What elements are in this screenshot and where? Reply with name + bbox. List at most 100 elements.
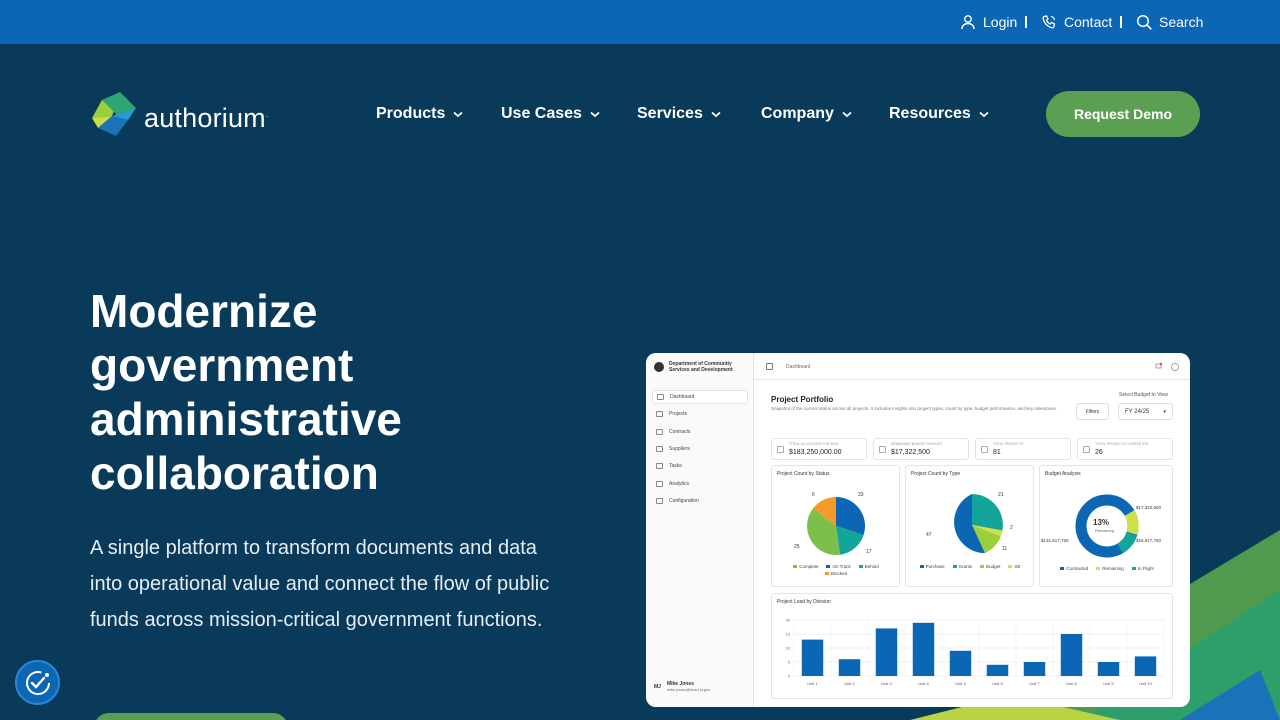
nav-label: Products: [376, 105, 446, 122]
building-icon: [656, 446, 663, 452]
x-tick-label: Unit 7: [1029, 681, 1040, 686]
sidebar-item-suppliers: Suppliers: [652, 442, 748, 456]
division-bar: [838, 659, 861, 676]
sidebar-item-dashboard: Dashboard: [652, 390, 748, 404]
card-title: Project Count by Type: [911, 471, 961, 477]
budget-legend: Contracted Remaining In Flight: [1044, 566, 1170, 573]
portfolio-title: Project Portfolio: [771, 395, 834, 404]
card-title: Project Load by Division: [777, 599, 831, 605]
header-icons: [1155, 362, 1179, 371]
nav-company[interactable]: Company: [761, 103, 852, 125]
x-tick-label: Unit 8: [1066, 681, 1077, 686]
department-header: Department of Community Services and Dev…: [654, 361, 739, 373]
hero-title: Modernize government administrative coll…: [90, 285, 402, 499]
division-bar: [1023, 662, 1046, 676]
budget-remaining-label: Remaining: [1095, 528, 1115, 533]
contact-link[interactable]: Contact: [1041, 0, 1112, 44]
sidebar-item-projects: Projects: [652, 407, 748, 421]
division-bar: [949, 650, 972, 676]
chevron-down-icon: [979, 111, 989, 117]
chevron-down-icon: [842, 111, 852, 117]
sidebar-item-configuration: Configuration: [652, 494, 748, 508]
division-bar: [1060, 634, 1083, 676]
search-icon: [1136, 14, 1152, 30]
authorium-logo-mark: [92, 92, 136, 136]
division-bar-chart: 20 15 10 5 0 Unit 1 Unit 2 Unit 3 Unit 4 Unit 5 Un…: [786, 618, 1165, 686]
filters-button: Filters: [1076, 403, 1109, 420]
chevron-down-icon: [590, 111, 600, 117]
chevron-down-icon: [453, 111, 463, 117]
nav-label: Use Cases: [501, 105, 582, 122]
x-tick-label: Unit 2: [844, 681, 855, 686]
hero-cta-button[interactable]: [94, 713, 288, 720]
sidebar-item-contracts: Contracts: [652, 425, 748, 439]
user-profile: MJ Mike Jones mike.jones@dcsd.ct.gov: [654, 681, 710, 692]
kpi-card: TOTAL PROJECTS COMPLETED 26: [1077, 438, 1173, 460]
nav-products[interactable]: Products: [376, 103, 463, 125]
budget-select-label: Select Budget to View: [1119, 392, 1168, 398]
budget-select: FY 24/25 ▾: [1118, 403, 1173, 420]
division-chart-card: Project Load by Division 20 15 10 5 0 Unit 1 U…: [771, 593, 1173, 699]
brand-logo[interactable]: authorium.: [90, 90, 268, 138]
phone-icon: [1042, 15, 1056, 29]
login-label: Login: [983, 14, 1018, 30]
dashboard-icon: [657, 394, 664, 400]
division-bar: [801, 639, 824, 676]
x-tick-label: Unit 4: [918, 681, 929, 686]
type-pie-chart: [954, 494, 1003, 554]
division-bar: [912, 622, 935, 676]
department-name: Department of Community Services and Dev…: [669, 361, 733, 373]
nav-resources[interactable]: Resources: [889, 103, 989, 125]
check-icon: [656, 463, 663, 469]
status-legend: Complete On Track Behind Blocked: [776, 564, 896, 578]
division-bar: [875, 628, 898, 676]
dashboard-preview: Department of Community Services and Dev…: [646, 353, 1190, 707]
accessibility-icon: [25, 670, 50, 695]
division-bar: [1097, 662, 1120, 676]
folder-icon: [656, 411, 663, 417]
status-pie-chart: [807, 496, 866, 555]
nav-label: Services: [637, 105, 703, 122]
y-tick-label: 15: [786, 632, 791, 637]
home-icon: [766, 363, 773, 370]
type-chart-card: Project Count by Type 21 2 47 11 Purchas…: [905, 465, 1034, 587]
user-initials: MJ: [654, 683, 661, 690]
header-divider: [754, 379, 1190, 380]
y-tick-label: 0: [788, 674, 791, 679]
nav-label: Resources: [889, 105, 971, 122]
budget-percent: 13%: [1093, 518, 1110, 527]
nav-services[interactable]: Services: [637, 103, 721, 125]
nav-label: Company: [761, 105, 834, 122]
kpi-card: TOTAL PROJECTS 81: [975, 438, 1071, 460]
utility-divider: [1025, 16, 1027, 28]
division-bar: [1134, 656, 1157, 676]
user-email: mike.jones@dcsd.ct.gov: [666, 687, 711, 692]
kpi-card: TOTAL ALLOCATED FOR 2025 $183,250,000.00: [771, 438, 867, 460]
search-link[interactable]: Search: [1136, 0, 1203, 44]
login-link[interactable]: Login: [960, 0, 1017, 44]
y-tick-label: 5: [788, 660, 791, 665]
chart-icon: [656, 481, 663, 487]
y-tick-label: 20: [786, 618, 791, 623]
x-tick-label: Unit 3: [881, 681, 892, 686]
department-seal-icon: [654, 362, 664, 372]
accessibility-button[interactable]: [15, 660, 60, 705]
breadcrumb: Dashboard: [786, 364, 811, 370]
settings-icon: [656, 498, 663, 504]
x-tick-label: Unit 5: [955, 681, 966, 686]
sidebar-item-analytics: Analytics: [652, 477, 748, 491]
dashboard-sidebar: Department of Community Services and Dev…: [646, 353, 754, 707]
type-legend: Purchase Grants Budget SB: [910, 564, 1030, 571]
search-label: Search: [1159, 14, 1204, 30]
hero-subtitle: A single platform to transform documents…: [90, 537, 550, 631]
x-tick-label: Unit 1: [807, 681, 818, 686]
division-bar: [986, 664, 1009, 676]
contact-label: Contact: [1064, 14, 1113, 30]
x-tick-label: Unit 9: [1103, 681, 1114, 686]
card-title: Budget Analysis: [1045, 471, 1081, 477]
brand-name: authorium.: [144, 102, 269, 133]
card-title: Project Count by Status: [777, 471, 830, 477]
nav-use-cases[interactable]: Use Cases: [501, 103, 600, 125]
request-demo-button[interactable]: Request Demo: [1046, 91, 1200, 137]
y-tick-label: 10: [786, 646, 791, 651]
